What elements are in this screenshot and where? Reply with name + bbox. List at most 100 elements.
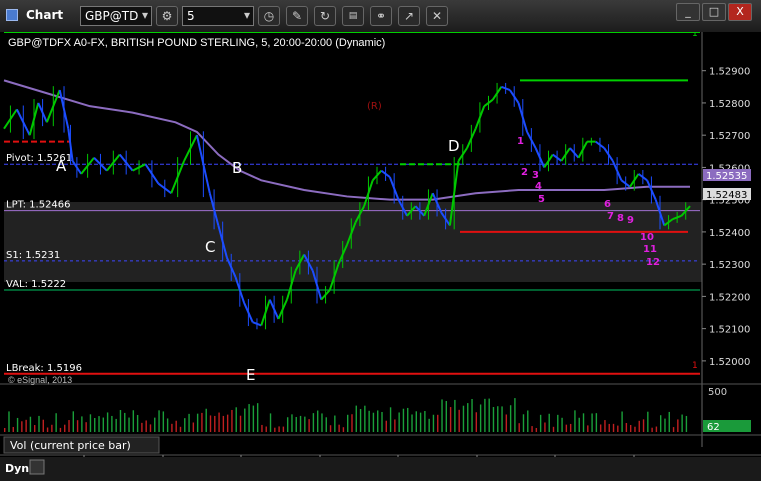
volume-bar	[659, 415, 662, 432]
volume-bar	[196, 413, 199, 432]
copyright: © eSignal, 2013	[8, 375, 72, 385]
volume-bar	[278, 426, 280, 432]
volume-bar	[458, 409, 460, 432]
volume-bar	[638, 420, 640, 432]
volume-bar	[124, 412, 126, 432]
count-11: 11	[643, 244, 657, 255]
volume-bar	[102, 417, 105, 432]
volume-bar	[608, 423, 610, 432]
minimize-button[interactable]: _	[676, 3, 700, 21]
data-window-icon[interactable]: ▤	[342, 6, 364, 26]
volume-bar	[497, 406, 499, 432]
chart-icon	[6, 9, 18, 21]
count-9: 9	[627, 215, 634, 226]
volume-bar	[192, 422, 195, 432]
symbol-dropdown-icon[interactable]: ▾	[138, 6, 152, 26]
volume-bar	[655, 426, 658, 432]
volume-bar	[222, 415, 225, 432]
volume-bar	[359, 408, 362, 432]
maximize-button[interactable]: □	[702, 3, 726, 21]
dyn-label[interactable]: Dyn	[5, 462, 29, 475]
volume-max-label: 500	[708, 387, 727, 398]
wave-label-a: A	[56, 157, 67, 175]
volume-bar	[42, 419, 44, 432]
y-tick-label: 1.52300	[709, 260, 750, 271]
volume-bar	[231, 409, 233, 432]
zoom-icon[interactable]	[29, 459, 45, 475]
volume-bar	[46, 427, 49, 432]
tools-icon[interactable]: ✕	[426, 6, 448, 26]
volume-bar	[85, 422, 87, 432]
volume-bar	[544, 422, 546, 432]
volume-bar	[505, 414, 508, 432]
volume-bar	[342, 427, 345, 432]
link-icon[interactable]: ⚭	[370, 6, 392, 26]
wave-label-d: D	[448, 137, 460, 155]
volume-bar	[578, 417, 580, 432]
volume-bar	[347, 414, 349, 432]
volume-bar	[149, 424, 152, 432]
volume-bar	[467, 403, 469, 432]
volume-bar	[587, 425, 589, 432]
close-button[interactable]: X	[728, 3, 752, 21]
clock-icon[interactable]: ◷	[258, 6, 280, 26]
volume-bar	[479, 404, 482, 432]
volume-bar	[681, 414, 683, 432]
y-tick-label: 1.52700	[709, 131, 750, 142]
volume-bar	[154, 417, 156, 432]
r-marker: (R)	[367, 101, 382, 112]
volume-label: Vol (current price bar)	[10, 439, 131, 452]
volume-bar	[312, 413, 315, 432]
volume-bar	[299, 415, 302, 432]
volume-bar	[407, 407, 409, 432]
volume-bar	[424, 411, 426, 432]
volume-bar	[604, 420, 606, 432]
volume-bar	[445, 400, 448, 432]
volume-bar	[364, 405, 366, 432]
volume-bar	[166, 418, 169, 432]
volume-bar	[316, 410, 319, 432]
volume-bar	[385, 420, 387, 432]
volume-bar	[291, 414, 293, 432]
volume-bar	[274, 427, 276, 432]
volume-bar	[685, 415, 688, 432]
volume-bar	[372, 412, 375, 432]
draw-pen-icon[interactable]: ✎	[286, 6, 308, 26]
chart-area[interactable]: Pivot: 1.5261LPT: 1.52466S1: 1.5231VAL: …	[0, 32, 761, 481]
volume-bar	[55, 413, 57, 432]
volume-bar	[321, 413, 323, 432]
volume-bar	[381, 411, 383, 432]
volume-bar	[226, 414, 229, 432]
volume-bar	[8, 411, 10, 432]
volume-bar	[304, 416, 306, 432]
interval-dropdown-icon[interactable]: ▾	[240, 6, 254, 26]
volume-bar	[136, 414, 139, 432]
volume-bar	[175, 420, 177, 432]
settings-gear-icon[interactable]: ⚙	[156, 6, 178, 26]
volume-bar	[162, 411, 165, 432]
y-tick-label: 1.52400	[709, 228, 750, 239]
volume-bar	[235, 407, 237, 432]
volume-bar	[81, 416, 83, 432]
volume-bar	[34, 425, 36, 432]
refresh-icon[interactable]: ↻	[314, 6, 336, 26]
count-12: 12	[646, 257, 660, 268]
volume-bar	[325, 417, 327, 432]
volume-bar	[454, 399, 456, 432]
volume-bar	[629, 425, 632, 432]
volume-bar	[16, 417, 19, 432]
volume-bar	[25, 419, 27, 432]
volume-bar	[368, 410, 370, 432]
volume-bar	[574, 410, 576, 432]
volume-bar	[428, 418, 430, 432]
volume-bar	[94, 417, 96, 432]
volume-bar	[377, 410, 379, 432]
cursor-icon[interactable]: ↗	[398, 6, 420, 26]
volume-bar	[158, 410, 160, 432]
volume-bar	[561, 417, 563, 432]
volume-bar	[338, 424, 340, 432]
volume-bar	[209, 415, 212, 432]
volume-bar	[68, 420, 70, 432]
volume-bar	[419, 412, 422, 432]
volume-bar	[514, 398, 516, 432]
